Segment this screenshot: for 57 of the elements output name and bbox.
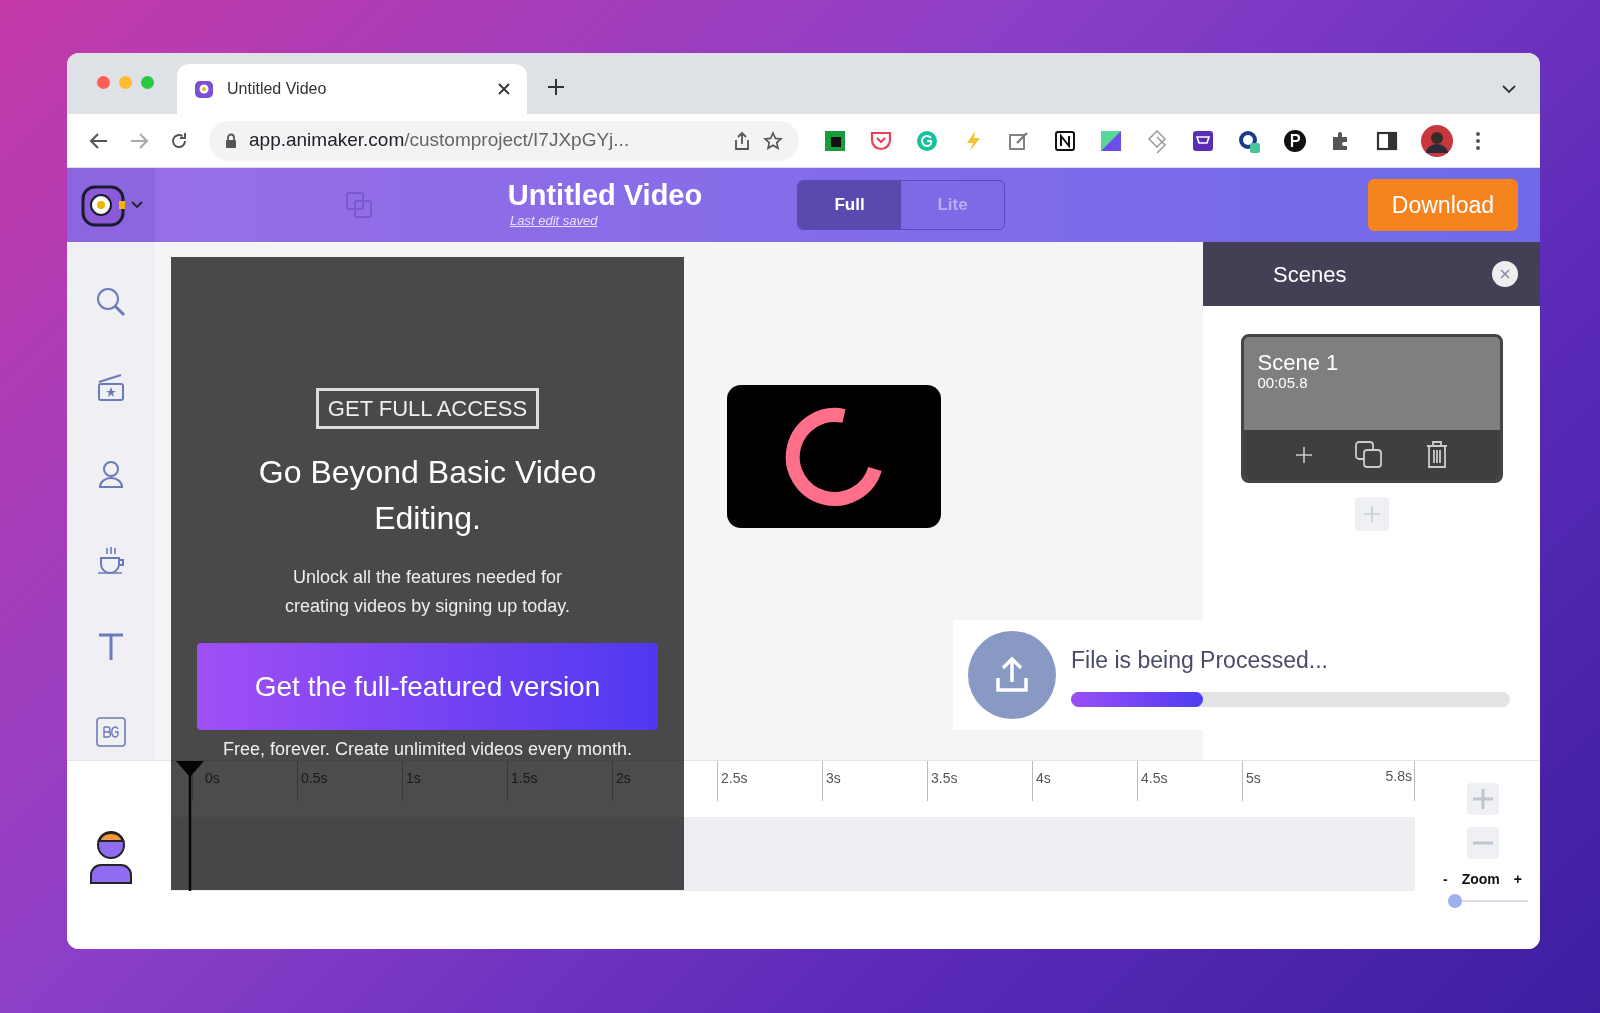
time-tick-label: 4s bbox=[1036, 770, 1051, 786]
time-tick-label: 3s bbox=[826, 770, 841, 786]
character-icon[interactable] bbox=[88, 829, 134, 885]
robot-favicon-icon bbox=[193, 78, 215, 100]
cart-extension-icon[interactable] bbox=[1191, 128, 1215, 153]
time-tick-label: 4.5s bbox=[1141, 770, 1168, 786]
lock-icon bbox=[225, 132, 237, 149]
add-icon[interactable] bbox=[1293, 445, 1314, 465]
close-tab-icon[interactable] bbox=[497, 82, 511, 96]
access-badge: GET FULL ACCESS bbox=[315, 388, 540, 429]
profile-avatar-icon[interactable] bbox=[1421, 124, 1453, 157]
star-icon[interactable] bbox=[763, 130, 783, 151]
address-bar[interactable]: app.animaker.com/customproject/I7JXpGYj... bbox=[209, 120, 799, 161]
scene-duration: 00:05.8 bbox=[1257, 375, 1308, 391]
time-tick-label: 3.5s bbox=[931, 770, 958, 786]
back-icon[interactable] bbox=[89, 131, 109, 150]
notion-extension-icon[interactable] bbox=[1053, 128, 1077, 153]
background-icon[interactable] bbox=[95, 716, 127, 748]
square-extension-icon[interactable] bbox=[823, 128, 847, 153]
more-options-icon[interactable] bbox=[1475, 130, 1481, 151]
project-title[interactable]: Untitled Video bbox=[507, 179, 703, 212]
time-tick-label: 5s bbox=[1246, 770, 1261, 786]
coffee-cup-icon[interactable] bbox=[95, 544, 127, 576]
ring-extension-icon[interactable] bbox=[1237, 128, 1261, 153]
clapperboard-star-icon[interactable] bbox=[95, 372, 127, 404]
caret-icon[interactable] bbox=[131, 201, 143, 209]
new-tab-icon[interactable] bbox=[547, 78, 565, 96]
search-icon[interactable] bbox=[95, 286, 127, 318]
last-edit-saved-link[interactable]: Last edit saved bbox=[510, 211, 598, 231]
time-tick-label: 5.8s bbox=[1385, 767, 1412, 786]
share-icon[interactable] bbox=[733, 130, 751, 151]
triangle-extension-icon[interactable] bbox=[1099, 128, 1123, 153]
promo-description: Unlock all the features needed for creating videos by signing up today. bbox=[284, 566, 571, 618]
promo-note: Free, forever. Create unlimited videos every month. bbox=[222, 738, 633, 761]
tab-list-chevron-icon[interactable] bbox=[1502, 84, 1516, 94]
get-full-version-button[interactable]: Get the full-featured version bbox=[197, 643, 658, 730]
processing-message: File is being Processed... bbox=[1071, 646, 1329, 676]
scene-name: Scene 1 bbox=[1257, 351, 1339, 375]
scenes-title: Scenes bbox=[1273, 260, 1347, 289]
time-tick-label: 2.5s bbox=[721, 770, 748, 786]
g-circle-extension-icon[interactable] bbox=[915, 128, 939, 153]
reload-icon[interactable] bbox=[169, 130, 189, 151]
zoom-slider-thumb[interactable] bbox=[1447, 894, 1462, 908]
scene-card[interactable]: Scene 1 00:05.8 bbox=[1240, 334, 1503, 483]
promo-heading: Go Beyond Basic Video Editing. bbox=[257, 453, 598, 538]
zoom-plus-label[interactable]: + bbox=[1513, 869, 1522, 890]
close-button[interactable] bbox=[1492, 261, 1518, 287]
forward-icon[interactable] bbox=[129, 131, 149, 150]
zoom-minus-label[interactable]: - bbox=[1443, 869, 1448, 890]
layers-extension-icon[interactable] bbox=[1145, 128, 1169, 153]
duplicate-icon[interactable] bbox=[1354, 440, 1385, 470]
zoom-label: Zoom bbox=[1461, 870, 1500, 889]
browser-tab[interactable]: Untitled Video bbox=[177, 64, 527, 114]
p-circle-extension-icon[interactable] bbox=[1283, 128, 1307, 153]
mode-tab[interactable]: Full bbox=[798, 181, 901, 229]
close-window-button[interactable] bbox=[97, 76, 110, 89]
trash-icon[interactable] bbox=[1425, 440, 1450, 470]
